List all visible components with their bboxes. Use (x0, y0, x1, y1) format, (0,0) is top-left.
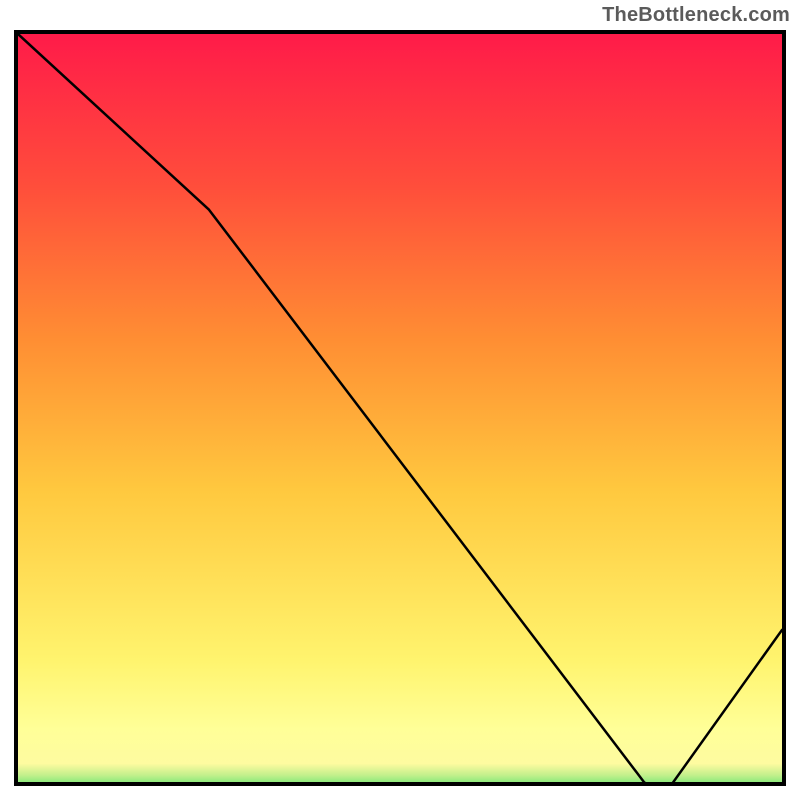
chart-container: TheBottleneck.com (0, 0, 800, 800)
data-line (18, 34, 782, 786)
plot-frame (14, 30, 786, 786)
attribution-text: TheBottleneck.com (602, 4, 790, 27)
